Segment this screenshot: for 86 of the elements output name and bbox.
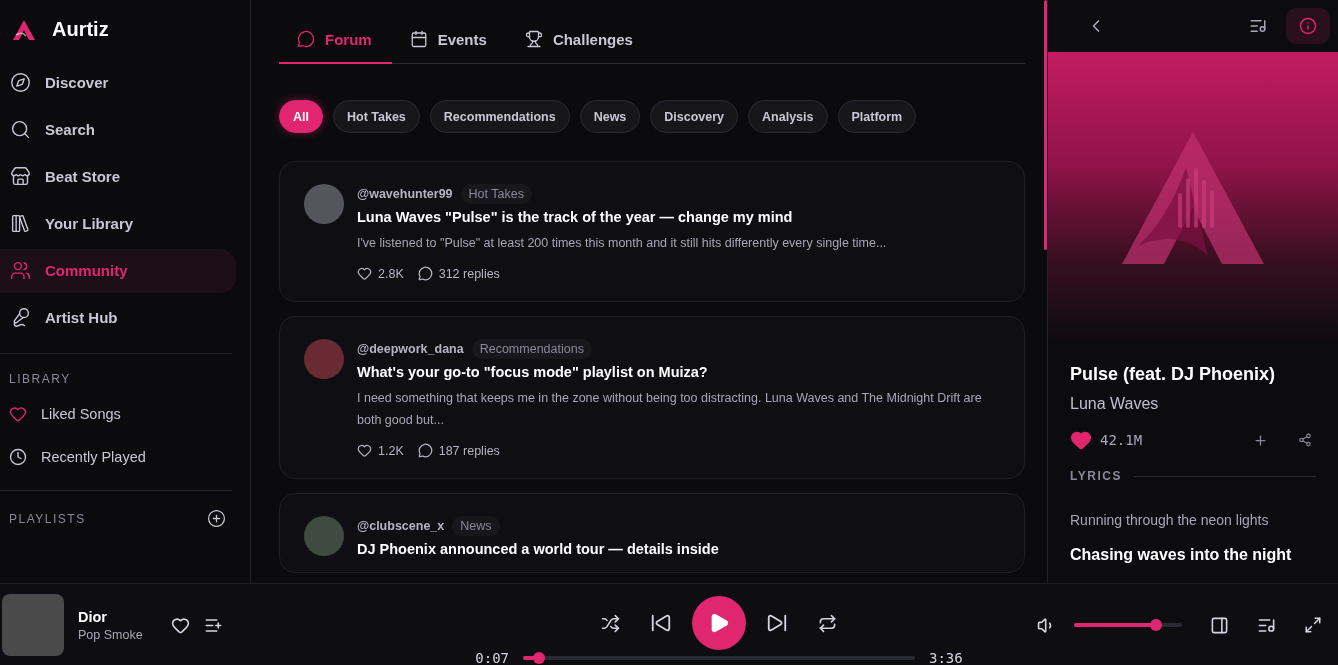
add-icon[interactable] bbox=[1253, 432, 1268, 448]
speech-bubble-icon bbox=[417, 443, 433, 458]
music-list-icon bbox=[1249, 17, 1267, 35]
like-count: 42.1M bbox=[1100, 432, 1143, 448]
post-excerpt: I've listened to "Pulse" at least 200 times this month and it still hits differently every single time... bbox=[357, 235, 887, 252]
cover-placeholder bbox=[2, 594, 64, 656]
info-icon bbox=[1299, 17, 1317, 35]
username[interactable]: @wavehunter99 bbox=[357, 187, 453, 201]
nav-item[interactable]: Search bbox=[0, 107, 236, 152]
users-icon bbox=[10, 260, 31, 281]
track-artist[interactable]: Pop Smoke bbox=[78, 627, 143, 642]
add-playlist-icon[interactable] bbox=[207, 509, 226, 528]
section-heading: LYRICS bbox=[1070, 469, 1122, 483]
post-excerpt: I need something that keeps me in the zone without being too distracting. Luna Waves and The Midnight Drift are both good but... bbox=[357, 390, 983, 429]
post-card[interactable]: @clubscene_x News DJ Phoenix announced a world tour — details inside bbox=[279, 493, 1025, 573]
avatar bbox=[304, 339, 344, 379]
reply-count[interactable]: 312 replies bbox=[417, 266, 500, 281]
compass-icon bbox=[10, 72, 31, 93]
like-count[interactable]: 2.8K bbox=[357, 266, 404, 281]
heart-icon bbox=[357, 443, 372, 458]
filter-chip[interactable]: All bbox=[279, 100, 323, 133]
section-heading: LIBRARY bbox=[9, 372, 71, 386]
post-tag: Hot Takes bbox=[460, 184, 532, 204]
song-title: Pulse (feat. DJ Phoenix) bbox=[1070, 364, 1277, 385]
avatar bbox=[304, 184, 344, 224]
play-button[interactable] bbox=[692, 596, 746, 650]
track-title: Dior bbox=[78, 608, 108, 625]
filter-chip[interactable]: Recommendations bbox=[429, 100, 570, 133]
like-count[interactable]: 1.2K bbox=[357, 443, 404, 458]
speech-bubble-icon bbox=[417, 266, 433, 281]
repeat-icon[interactable] bbox=[818, 613, 837, 633]
previous-icon[interactable] bbox=[650, 612, 672, 634]
brand-name: Aurtiz bbox=[52, 18, 109, 41]
tab[interactable]: Events bbox=[391, 18, 507, 64]
search-icon bbox=[10, 119, 31, 140]
filter-chip[interactable]: Discovery bbox=[650, 100, 739, 133]
avatar bbox=[304, 516, 344, 556]
info-button[interactable] bbox=[1286, 8, 1330, 44]
lyric-line: Running through the neon lights bbox=[1070, 511, 1270, 530]
reply-count[interactable]: 187 replies bbox=[417, 443, 500, 458]
post-title: DJ Phoenix announced a world tour — details inside bbox=[357, 541, 719, 557]
trophy-icon bbox=[524, 30, 543, 48]
section-heading: PLAYLISTS bbox=[9, 511, 86, 526]
lyric-line: Chasing waves into the night bbox=[1070, 545, 1293, 566]
heart-icon bbox=[9, 404, 27, 423]
store-icon bbox=[10, 166, 31, 187]
post-card[interactable] bbox=[279, 161, 1025, 302]
share-icon[interactable] bbox=[1298, 433, 1312, 447]
shuffle-icon[interactable] bbox=[601, 613, 620, 633]
filter-chip[interactable]: Hot Takes bbox=[333, 100, 420, 133]
elapsed-time: 0:07 bbox=[475, 650, 509, 665]
post-tag: News bbox=[452, 516, 500, 536]
filter-chip[interactable]: Platform bbox=[837, 100, 917, 133]
progress-thumb[interactable] bbox=[532, 652, 545, 664]
clock-icon bbox=[9, 447, 27, 466]
library-item[interactable]: Liked Songs bbox=[0, 392, 250, 435]
next-icon[interactable] bbox=[766, 612, 788, 634]
nav-item[interactable]: Your Library bbox=[0, 201, 236, 246]
speech-bubble-icon bbox=[297, 30, 315, 48]
scrollbar-thumb[interactable] bbox=[1044, 0, 1047, 250]
heart-icon bbox=[357, 266, 372, 281]
nav-item[interactable]: Discover bbox=[0, 60, 236, 105]
post-title: What's your go-to "focus mode" playlist on Muiza? bbox=[357, 364, 709, 380]
post-tag: Recommendations bbox=[471, 339, 592, 359]
tab[interactable]: Forum bbox=[279, 18, 392, 64]
calendar-icon bbox=[409, 30, 428, 48]
nav-item[interactable]: Community bbox=[0, 248, 236, 293]
heart-icon[interactable] bbox=[170, 615, 190, 635]
logo-icon bbox=[12, 18, 36, 41]
post-card[interactable] bbox=[279, 316, 1025, 479]
tab[interactable]: Challenges bbox=[506, 18, 653, 64]
username[interactable]: @clubscene_x bbox=[357, 519, 445, 533]
panel-icon[interactable] bbox=[1210, 615, 1229, 635]
library-item[interactable]: Recently Played bbox=[0, 435, 250, 478]
volume-thumb[interactable] bbox=[1150, 619, 1163, 631]
expand-icon[interactable] bbox=[1304, 616, 1322, 634]
duration-time: 3:36 bbox=[929, 650, 963, 665]
artist-name[interactable]: Luna Waves bbox=[1070, 395, 1316, 413]
filter-chip[interactable]: Analysis bbox=[748, 100, 828, 133]
microphone-icon bbox=[10, 307, 31, 328]
post-title: Luna Waves "Pulse" is the track of the year — change my mind bbox=[357, 209, 794, 225]
nav-item[interactable]: Artist Hub bbox=[0, 295, 236, 340]
filter-chip[interactable]: News bbox=[579, 100, 641, 133]
library-icon bbox=[10, 213, 31, 234]
username[interactable]: @deepwork_dana bbox=[357, 342, 464, 356]
nav-item[interactable]: Beat Store bbox=[0, 154, 236, 199]
